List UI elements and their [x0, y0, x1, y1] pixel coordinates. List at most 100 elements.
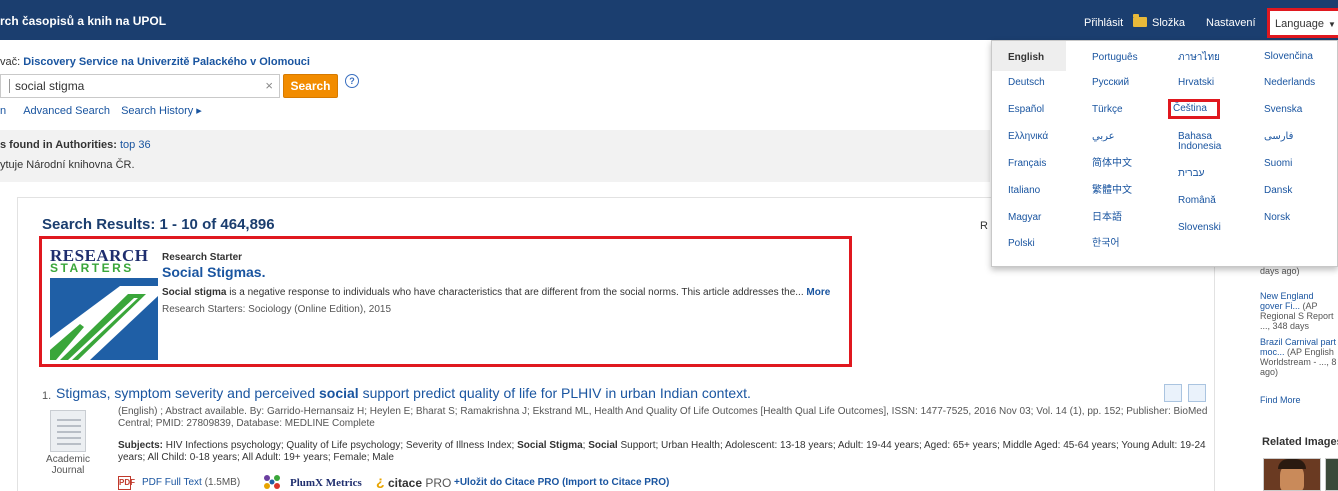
pdf-icon: PDF [118, 476, 135, 490]
subjects-keyword: Social Stigma [517, 440, 583, 451]
language-option-arabic[interactable]: عربي [1092, 132, 1115, 142]
advanced-search-link[interactable]: Advanced Search [23, 105, 110, 117]
news-item: New England gover Fi... (AP Regional S R… [1260, 291, 1338, 331]
add-to-folder-icon[interactable] [1188, 384, 1206, 402]
language-option-chinese-traditional[interactable]: 繁體中文 [1092, 186, 1132, 196]
language-option-turkce[interactable]: Türkçe [1092, 105, 1123, 115]
subjects-keyword: Social [588, 440, 618, 451]
settings-link[interactable]: Nastavení [1206, 17, 1256, 29]
related-images-heading: Related Images [1262, 436, 1338, 448]
pdf-size: (1.5MB) [201, 477, 241, 488]
pdf-full-text-link[interactable]: PDF Full Text (1.5MB) [142, 477, 240, 488]
related-image-thumbnail[interactable] [1263, 458, 1321, 491]
login-link[interactable]: Přihlásit [1084, 17, 1123, 29]
pdf-link-label: PDF Full Text [142, 477, 202, 488]
citace-name: citace [388, 476, 423, 490]
field-separator [9, 79, 10, 93]
language-menu: English Deutsch Español Ελληνικά Françai… [991, 40, 1338, 267]
language-option-hebrew[interactable]: עברית [1178, 169, 1204, 179]
provider-prefix: vač: [0, 56, 24, 68]
research-starter-title[interactable]: Social Stigmas. [162, 264, 265, 280]
research-starter-box: RESEARCH STARTERS Research Starter Socia… [39, 236, 852, 367]
language-option-nederlands[interactable]: Nederlands [1264, 78, 1315, 88]
language-option-chinese-simplified[interactable]: 简体中文 [1092, 159, 1132, 169]
language-option-english[interactable]: English [1008, 53, 1044, 63]
citace-import-link[interactable]: +Uložit do Citace PRO (Import to Citace … [454, 477, 669, 488]
search-link-fragment[interactable]: n [0, 105, 6, 117]
language-option-portugues[interactable]: Português [1092, 53, 1138, 63]
language-option-russian[interactable]: Русский [1092, 78, 1129, 88]
provider-name: Discovery Service na Univerzitě Palackéh… [23, 56, 310, 68]
search-input[interactable] [15, 78, 255, 94]
language-option-indonesia[interactable]: Indonesia [1178, 142, 1221, 152]
result-title-part: support predict quality of life for PLHI… [358, 385, 751, 401]
more-link[interactable]: More [806, 287, 830, 298]
language-option-suomi[interactable]: Suomi [1264, 159, 1292, 169]
top-bar: rch časopisů a knih na UPOL Přihlásit Sl… [0, 0, 1338, 40]
academic-journal-icon [50, 410, 86, 452]
language-option-francais[interactable]: Français [1008, 159, 1046, 169]
preview-icon[interactable] [1164, 384, 1182, 402]
language-option-japanese[interactable]: 日本語 [1092, 213, 1122, 223]
result-title[interactable]: Stigmas, symptom severity and perceived … [56, 385, 751, 401]
citace-icon: ¿ [376, 473, 385, 489]
language-option-slovenski[interactable]: Slovenski [1178, 223, 1221, 233]
search-links: n Advanced Search Search History ▸ [0, 104, 202, 117]
language-option-cestina[interactable]: Čeština [1168, 99, 1220, 119]
language-label: Language [1275, 18, 1324, 30]
language-option-korean[interactable]: 한국어 [1092, 239, 1120, 249]
citace-logo: citace PRO [388, 476, 451, 490]
language-option-slovencina[interactable]: Slovenčina [1264, 52, 1313, 62]
research-starter-source: Research Starters: Sociology (Online Edi… [162, 304, 392, 315]
language-option-svenska[interactable]: Svenska [1264, 105, 1302, 115]
research-starter-label: Research Starter [162, 252, 243, 263]
authorities-line: s found in Authorities: top 36 [0, 139, 151, 151]
citace-pro: PRO [422, 476, 452, 490]
search-box: × [0, 74, 280, 98]
abstract-text: is a negative response to individuals wh… [226, 287, 807, 298]
subjects-label: Subjects: [118, 440, 164, 451]
authorities-link[interactable]: top 36 [120, 139, 151, 151]
language-option-dansk[interactable]: Dansk [1264, 186, 1292, 196]
research-starters-logo: RESEARCH STARTERS [50, 246, 158, 360]
language-option-thai[interactable]: ภาษาไทย [1178, 53, 1220, 63]
search-history-link[interactable]: Search History ▸ [121, 105, 202, 117]
logo-line2: STARTERS [50, 261, 134, 275]
relevance-sort-fragment[interactable]: R [980, 220, 988, 232]
site-title: rch časopisů a knih na UPOL [0, 14, 167, 28]
authorities-band [0, 130, 990, 182]
document-type: Academic Journal [46, 454, 90, 476]
result-title-keyword: social [319, 385, 359, 401]
result-title-part: Stigmas, symptom severity and perceived [56, 385, 319, 401]
subjects-text: HIV Infections psychology; Quality of Li… [163, 440, 518, 451]
caret-down-icon: ▼ [1327, 20, 1336, 29]
language-option-polski[interactable]: Polski [1008, 239, 1035, 249]
language-option-norsk[interactable]: Norsk [1264, 213, 1290, 223]
road-logo-icon [50, 278, 158, 360]
clear-icon[interactable]: × [265, 78, 273, 93]
language-option-romana[interactable]: Română [1178, 196, 1216, 206]
authorities-provider-note: ytuje Národní knihovna ČR. [0, 159, 135, 171]
related-image-thumbnail[interactable] [1325, 458, 1338, 491]
folder-link[interactable]: Složka [1152, 17, 1185, 29]
help-icon[interactable]: ? [345, 74, 359, 88]
language-option-greek[interactable]: Ελληνικά [1008, 132, 1048, 142]
research-starter-abstract: Social stigma is a negative response to … [162, 287, 830, 298]
language-option-italiano[interactable]: Italiano [1008, 186, 1040, 196]
language-option-deutsch[interactable]: Deutsch [1008, 78, 1045, 88]
language-option-espanol[interactable]: Español [1008, 105, 1044, 115]
search-button[interactable]: Search [283, 74, 338, 98]
results-heading: Search Results: 1 - 10 of 464,896 [42, 216, 275, 233]
search-provider: vač: Discovery Service na Univerzitě Pal… [0, 56, 310, 68]
language-option-farsi[interactable]: فارسی [1264, 132, 1293, 142]
language-button[interactable]: Language ▼ [1267, 8, 1338, 38]
plumx-metrics-link[interactable]: PlumX Metrics [290, 477, 362, 489]
plumx-icon [264, 475, 280, 489]
result-meta: (English) ; Abstract available. By: Garr… [118, 406, 1208, 429]
news-item: Brazil Carnival part moc... (AP English … [1260, 337, 1338, 377]
language-option-magyar[interactable]: Magyar [1008, 213, 1041, 223]
result-subjects: Subjects: HIV Infections psychology; Qua… [118, 440, 1213, 464]
authorities-label: s found in Authorities: [0, 139, 117, 151]
find-more-link[interactable]: Find More [1260, 395, 1301, 405]
language-option-hrvatski[interactable]: Hrvatski [1178, 78, 1214, 88]
